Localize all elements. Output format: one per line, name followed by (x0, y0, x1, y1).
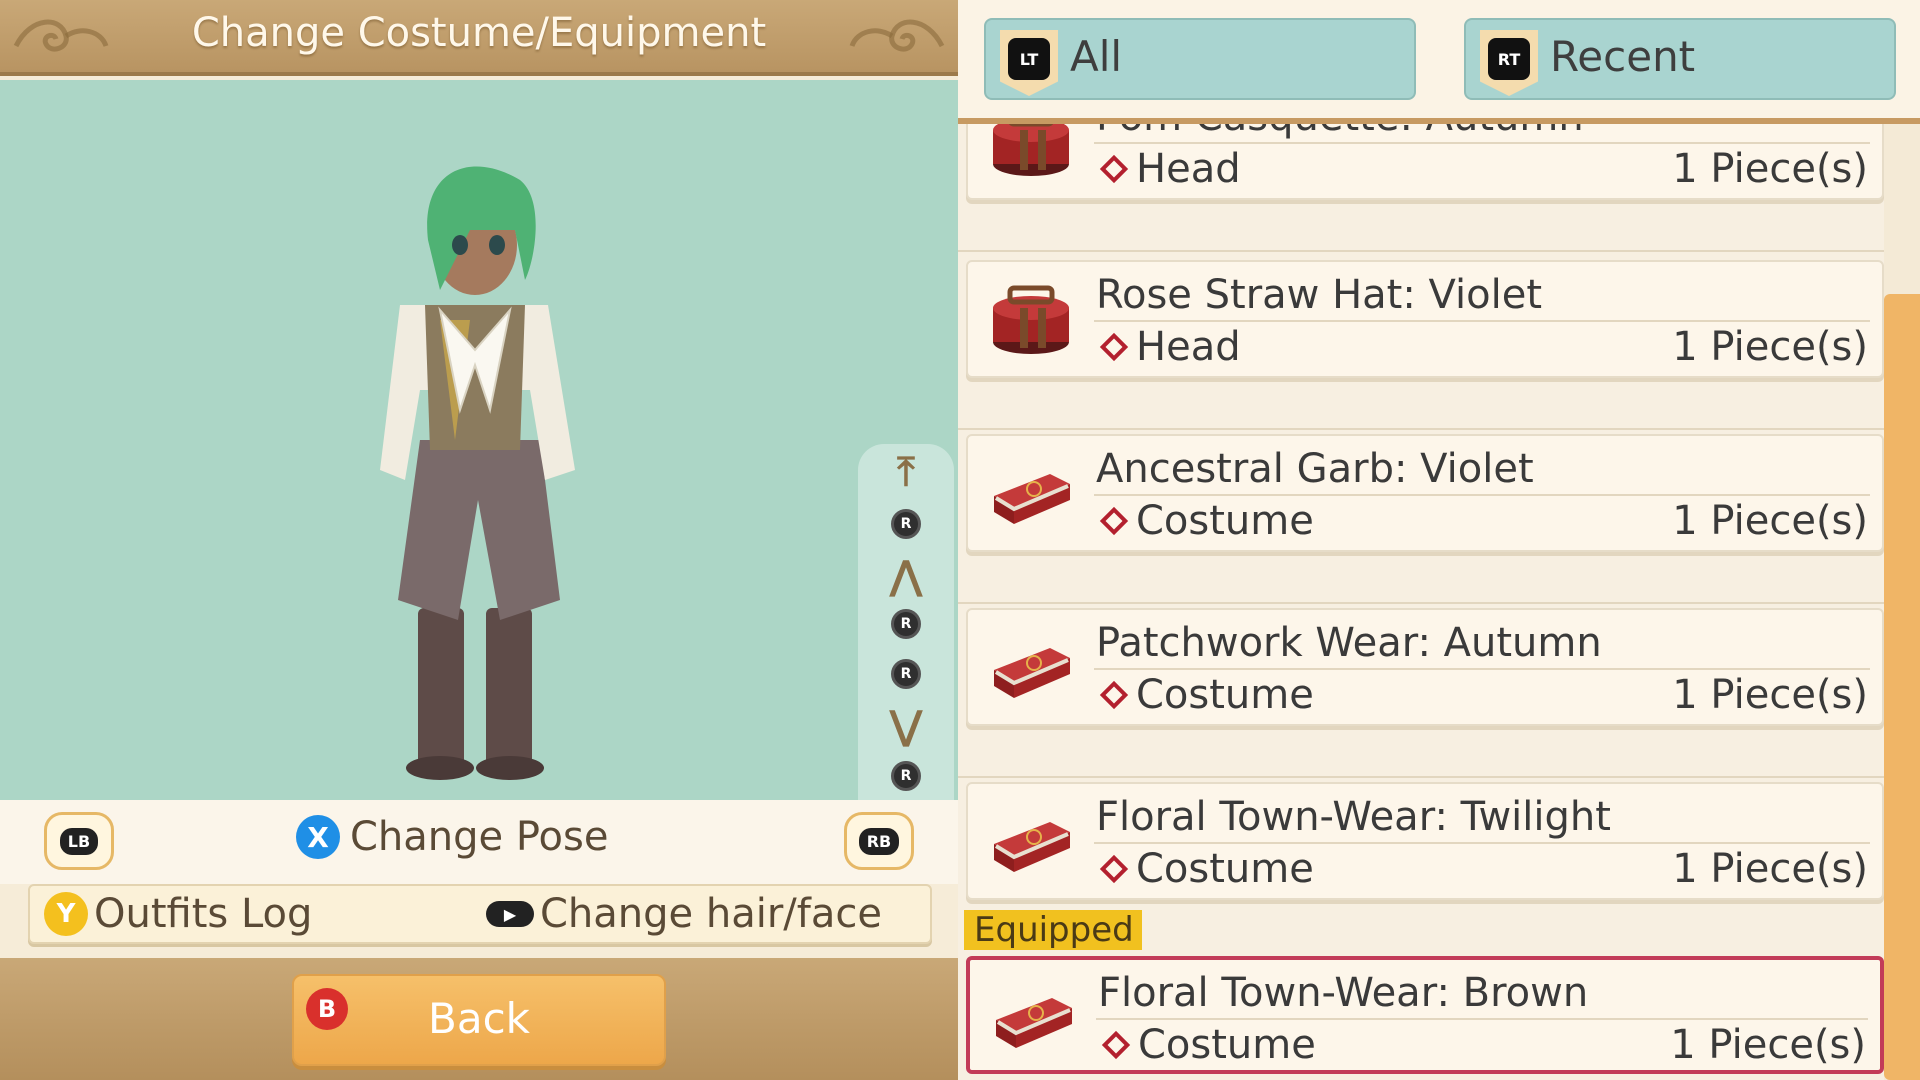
item-category: Costume (1096, 846, 1314, 892)
ornament-right-icon (849, 19, 945, 52)
hatbox-icon (993, 124, 1069, 176)
change-hair-face-button[interactable]: ▶ Change hair/face (486, 891, 882, 937)
camera-down-button[interactable]: ⋁ (858, 704, 954, 748)
item-category: Head (1096, 146, 1241, 192)
tab-all-label: All (1070, 32, 1123, 81)
list-item[interactable]: Floral Town-Wear: Twilight Costume 1 Pie… (966, 782, 1884, 900)
change-pose-button[interactable]: X Change Pose (296, 814, 608, 860)
diamond-icon (1099, 506, 1129, 536)
tab-all[interactable]: LT All (984, 18, 1416, 100)
diamond-icon (1099, 154, 1129, 184)
rb-button[interactable]: RB (844, 812, 914, 870)
clothes-case-icon (994, 822, 1070, 872)
x-button-icon: X (296, 815, 340, 859)
camera-up-button[interactable]: ⋀ (858, 554, 954, 598)
diamond-icon (1099, 332, 1129, 362)
lb-button[interactable]: LB (44, 812, 114, 870)
lt-badge-icon: LT (1000, 30, 1058, 96)
item-name: Patchwork Wear: Autumn (1096, 620, 1602, 666)
jump-top-icon: ⤒ (897, 449, 915, 495)
camera-stick-right-button[interactable]: R (858, 652, 954, 696)
item-category: Costume (1098, 1022, 1316, 1068)
secondary-controls: Y Outfits Log ▶ Change hair/face (28, 884, 932, 944)
change-hair-face-label: Change hair/face (540, 891, 882, 937)
camera-stick-down-button[interactable]: R (858, 754, 954, 798)
rb-icon: RB (858, 827, 900, 855)
inventory-panel: LT All RT Recent Pom Casquette: Autumn H… (958, 0, 1920, 1080)
item-category: Costume (1096, 498, 1314, 544)
outfits-log-label: Outfits Log (94, 891, 313, 937)
diamond-icon (1099, 680, 1129, 710)
item-quantity: 1 Piece(s) (1672, 672, 1868, 718)
item-quantity: 1 Piece(s) (1672, 324, 1868, 370)
list-item[interactable]: Rose Straw Hat: Violet Head 1 Piece(s) (966, 260, 1884, 378)
back-label: Back (428, 994, 530, 1043)
clothes-case-icon (994, 474, 1070, 524)
item-quantity: 1 Piece(s) (1672, 146, 1868, 192)
character-model (380, 166, 575, 780)
camera-stick-left-button[interactable]: R (858, 602, 954, 646)
item-quantity: 1 Piece(s) (1672, 846, 1868, 892)
right-stick-up-icon: R (891, 509, 921, 539)
item-category: Head (1096, 324, 1241, 370)
item-quantity: 1 Piece(s) (1670, 1022, 1866, 1068)
list-item[interactable]: Pom Casquette: Autumn Head 1 Piece(s) (966, 124, 1884, 200)
pose-controls: LB X Change Pose RB (0, 800, 958, 884)
character-preview[interactable]: ⤒ R ⋀ R R ⋁ R ⤓ (0, 80, 958, 874)
diamond-icon (1099, 854, 1129, 884)
item-name: Floral Town-Wear: Brown (1098, 970, 1589, 1016)
title-bar: Change Costume/Equipment (0, 0, 958, 76)
camera-top-button[interactable]: ⤒ (858, 450, 954, 494)
item-category: Costume (1096, 672, 1314, 718)
hatbox-icon (993, 285, 1069, 354)
preview-panel: Change Costume/Equipment ⤒ R ⋀ R R ⋁ R L… (0, 0, 958, 1080)
y-button-icon: Y (44, 892, 88, 936)
outfits-log-button[interactable]: Y Outfits Log (44, 891, 312, 937)
rt-badge-icon: RT (1480, 30, 1538, 96)
double-down-icon: ⋁ (889, 703, 923, 749)
back-button[interactable]: B Back (292, 974, 666, 1066)
diamond-icon (1101, 1030, 1131, 1060)
right-stick-left-icon: R (891, 609, 921, 639)
scrollbar-thumb[interactable] (1884, 294, 1920, 1080)
right-stick-press-icon: ▶ (486, 901, 534, 927)
list-item[interactable]: Ancestral Garb: Violet Costume 1 Piece(s… (966, 434, 1884, 552)
equipped-badge: Equipped (964, 910, 1142, 950)
camera-stick-up-button[interactable]: R (858, 502, 954, 546)
double-up-icon: ⋀ (889, 553, 923, 599)
item-name: Ancestral Garb: Violet (1096, 446, 1534, 492)
right-stick-down-icon: R (891, 761, 921, 791)
equipped-list-item[interactable]: Floral Town-Wear: Brown Costume 1 Piece(… (966, 956, 1884, 1074)
item-quantity: 1 Piece(s) (1672, 498, 1868, 544)
clothes-case-icon (996, 998, 1072, 1048)
filter-tabs: LT All RT Recent (958, 0, 1920, 124)
change-pose-label: Change Pose (350, 814, 609, 860)
list-scrollbar[interactable] (1884, 124, 1920, 1080)
lb-icon: LB (59, 827, 99, 855)
list-item[interactable]: Patchwork Wear: Autumn Costume 1 Piece(s… (966, 608, 1884, 726)
item-name: Rose Straw Hat: Violet (1096, 272, 1543, 318)
tab-recent[interactable]: RT Recent (1464, 18, 1896, 100)
clothes-case-icon (994, 648, 1070, 698)
item-name: Floral Town-Wear: Twilight (1096, 794, 1611, 840)
page-title: Change Costume/Equipment (191, 10, 767, 56)
tab-recent-label: Recent (1550, 32, 1696, 81)
item-list[interactable]: Pom Casquette: Autumn Head 1 Piece(s) Ro… (958, 124, 1884, 1080)
right-stick-right-icon: R (891, 659, 921, 689)
item-name: Pom Casquette: Autumn (1096, 124, 1584, 140)
